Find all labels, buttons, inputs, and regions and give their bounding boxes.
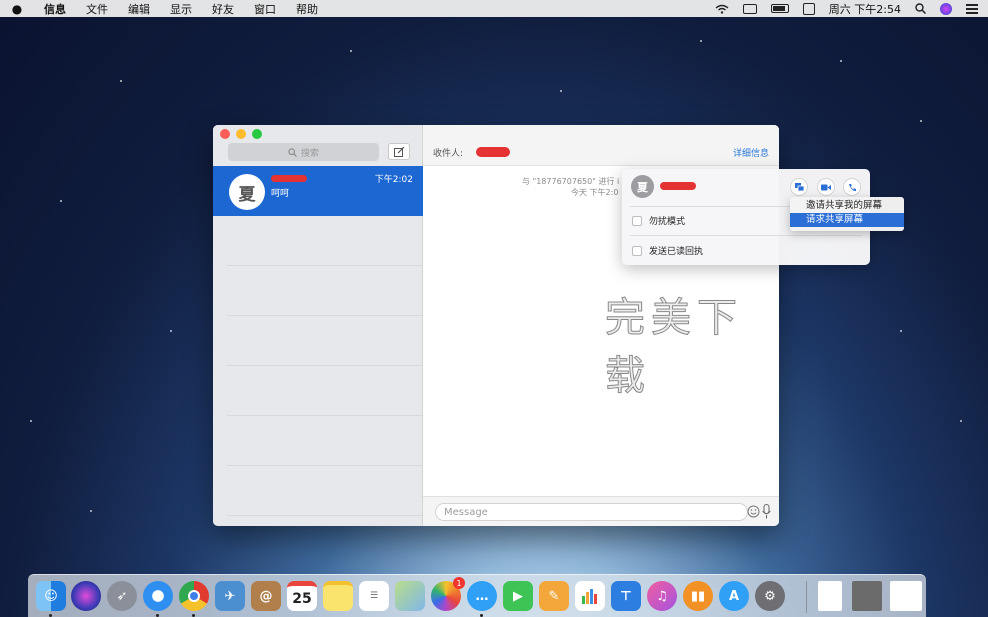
zoom-button[interactable] — [252, 129, 262, 139]
keynote-icon[interactable]: ⊤ — [611, 581, 641, 611]
messages-app-icon[interactable]: … — [467, 581, 497, 611]
siri-icon[interactable] — [940, 2, 952, 15]
menu-window[interactable]: 窗口 — [244, 1, 286, 17]
battery-icon[interactable] — [770, 4, 789, 13]
conversation-name-redacted — [271, 175, 307, 182]
menu-help[interactable]: 帮助 — [286, 1, 328, 17]
screen-share-icon — [794, 183, 804, 191]
screen-share-menu: 邀请共享我的屏幕 请求共享屏幕 — [790, 197, 904, 231]
itunes-icon[interactable]: ♫ — [647, 581, 677, 611]
menu-file[interactable]: 文件 — [76, 1, 118, 17]
recipient-label: 收件人: — [433, 149, 464, 159]
siri-app-icon[interactable] — [71, 581, 101, 611]
list-divider — [227, 365, 422, 366]
preview-icon[interactable]: ✈ — [215, 581, 245, 611]
dnd-checkbox[interactable] — [632, 215, 642, 226]
menu-item-request-share-screen[interactable]: 请求共享屏幕 — [790, 213, 904, 227]
dnd-label: 勿扰模式 — [649, 217, 686, 227]
read-receipts-checkbox[interactable] — [632, 245, 642, 256]
ibooks-icon[interactable]: ▮▮ — [683, 581, 713, 611]
input-method-icon[interactable] — [802, 2, 815, 15]
safari-icon[interactable] — [143, 581, 173, 611]
menu-bar: ● 信息 文件 编辑 显示 好友 窗口 帮助 周六 下午2:54 — [0, 0, 988, 17]
message-input[interactable]: Message — [435, 503, 748, 521]
screenshot-stack-icon[interactable] — [890, 581, 922, 611]
conversation-time: 下午2:02 — [374, 175, 413, 185]
video-call-button[interactable] — [817, 178, 835, 196]
details-button[interactable]: 详细信息 — [733, 146, 769, 159]
menu-clock[interactable]: 周六 下午2:54 — [829, 1, 901, 17]
airplay-icon[interactable] — [742, 3, 757, 14]
popover-divider — [630, 235, 862, 236]
pages-icon[interactable]: ✎ — [539, 581, 569, 611]
window-controls — [220, 129, 262, 139]
video-icon — [821, 184, 831, 190]
downloads-stack-icon[interactable] — [852, 581, 882, 611]
conversation-preview: 呵呵 — [271, 189, 290, 199]
recipient-name-redacted — [476, 147, 510, 157]
close-button[interactable] — [220, 129, 230, 139]
read-receipts-option: 发送已读回执 — [632, 244, 703, 257]
menu-edit[interactable]: 编辑 — [118, 1, 160, 17]
notification-center-icon[interactable] — [966, 3, 978, 14]
calendar-icon[interactable]: 25 — [287, 581, 317, 611]
chrome-icon[interactable] — [179, 581, 209, 611]
launchpad-icon[interactable]: ➶ — [107, 581, 137, 611]
document-icon[interactable] — [818, 581, 842, 611]
search-icon — [288, 147, 297, 157]
phone-icon — [848, 183, 856, 191]
read-receipts-label: 发送已读回执 — [649, 247, 704, 257]
message-compose-bar: Message — [423, 496, 779, 526]
list-divider — [227, 265, 422, 266]
compose-icon — [393, 146, 404, 157]
finder-icon[interactable]: ☺ — [36, 581, 66, 611]
photos-badge: 1 — [453, 577, 465, 589]
search-placeholder: 搜索 — [300, 148, 319, 159]
system-preferences-icon[interactable]: ⚙ — [755, 581, 785, 611]
maps-icon[interactable] — [395, 581, 425, 611]
contacts-icon[interactable]: @ — [251, 581, 281, 611]
menu-app-name[interactable]: 信息 — [34, 1, 76, 17]
spotlight-icon[interactable] — [915, 3, 926, 14]
dock: ☺ ➶ ✈ @ 25 ☰ 1 … ▶ ✎ ⊤ ♫ ▮▮ A ⚙ — [28, 574, 926, 617]
audio-call-button[interactable] — [843, 178, 861, 196]
photos-icon[interactable]: 1 — [431, 577, 465, 611]
calendar-day: 25 — [292, 590, 312, 607]
message-placeholder: Message — [444, 506, 488, 518]
emoji-icon[interactable] — [747, 505, 760, 518]
app-store-icon[interactable]: A — [719, 581, 749, 611]
screen-share-button[interactable] — [790, 178, 808, 196]
menu-buddies[interactable]: 好友 — [202, 1, 244, 17]
conversation-header: 收件人: 详细信息 — [423, 125, 779, 166]
minimize-button[interactable] — [236, 129, 246, 139]
notes-icon[interactable] — [323, 581, 353, 611]
apple-menu-icon[interactable]: ● — [0, 2, 34, 16]
watermark: 完美下载 — [605, 295, 743, 400]
conversation-info: 与 "18776707650" 进行 i — [522, 177, 620, 186]
wifi-icon[interactable] — [715, 4, 729, 14]
menu-view[interactable]: 显示 — [160, 1, 202, 17]
conversation-avatar: 夏 — [229, 174, 265, 210]
search-input[interactable]: 搜索 — [228, 143, 379, 161]
facetime-icon[interactable]: ▶ — [503, 581, 533, 611]
compose-button[interactable] — [388, 143, 410, 160]
list-divider — [227, 515, 422, 516]
contact-name-redacted — [660, 182, 696, 190]
conversation-item[interactable]: 夏 呵呵 下午2:02 — [213, 166, 423, 216]
list-divider — [227, 315, 422, 316]
dock-separator — [806, 581, 807, 613]
contact-avatar: 夏 — [631, 175, 654, 198]
microphone-icon[interactable] — [762, 504, 771, 519]
numbers-icon[interactable] — [575, 581, 605, 611]
conversation-timestamp: 今天 下午2:0 — [571, 188, 619, 197]
list-divider — [227, 465, 422, 466]
list-divider — [227, 415, 422, 416]
conversation-sidebar: 搜索 夏 呵呵 下午2:02 — [213, 125, 423, 526]
menu-item-invite-share-screen[interactable]: 邀请共享我的屏幕 — [790, 199, 904, 213]
reminders-icon[interactable]: ☰ — [359, 581, 389, 611]
dnd-option: 勿扰模式 — [632, 214, 685, 227]
